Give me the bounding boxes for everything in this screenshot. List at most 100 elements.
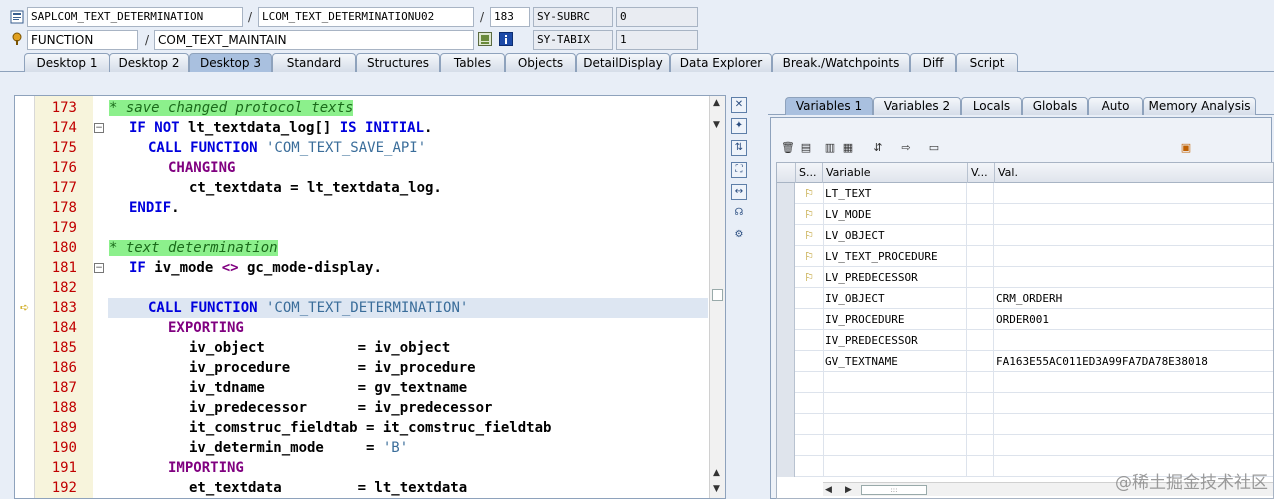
collapse-icon[interactable]: − [94,123,104,133]
scroll-up-icon[interactable]: ▲ [713,468,720,478]
tab-desktop-1[interactable]: Desktop 1 [24,53,110,72]
row-selector[interactable] [777,225,795,246]
code-line[interactable]: 178 ENDIF. [15,198,711,218]
tab-script[interactable]: Script [956,53,1018,72]
table-row[interactable]: ⚐ LV_TEXT_PROCEDURE [777,246,1273,267]
code-line[interactable]: 176 CHANGING [15,158,711,178]
row-selector[interactable] [777,435,795,456]
event-name-field[interactable]: COM_TEXT_MAINTAIN [154,30,474,50]
row-selector[interactable] [777,288,795,309]
variable-cell[interactable]: LT_TEXT [823,183,967,204]
source-editor[interactable]: 173 * save changed protocol texts 174 − … [14,95,726,499]
value-cell[interactable]: CRM_ORDERH [995,288,1273,309]
header-value[interactable]: Val. [995,163,1273,183]
code-line[interactable]: 189 it_comstruc_fieldtab = it_comstruc_f… [15,418,711,438]
maximize-icon[interactable]: ⛶ [731,162,747,178]
variable-cell[interactable] [823,456,967,477]
row-selector[interactable] [777,330,795,351]
row-selector[interactable] [777,246,795,267]
code-line[interactable]: 184 EXPORTING [15,318,711,338]
code-line[interactable]: 173 * save changed protocol texts [15,98,711,118]
settings-icon[interactable]: ⚙ [731,228,747,244]
program-field[interactable]: SAPLCOM_TEXT_DETERMINATION [27,7,243,27]
new-tool-icon[interactable]: ✦ [731,118,747,134]
code-line[interactable]: 186 iv_procedure = iv_procedure [15,358,711,378]
row-selector[interactable] [777,456,795,477]
value-cell[interactable] [995,246,1273,267]
scroll-down-icon[interactable]: ▼ [713,484,720,494]
variable-cell[interactable] [823,414,967,435]
value-cell[interactable] [995,435,1273,456]
copy-icon[interactable]: ▥ [822,140,838,156]
tab-break-watchpoints[interactable]: Break./Watchpoints [772,53,910,72]
value-cell[interactable] [995,372,1273,393]
value-cell[interactable]: ORDER001 [995,309,1273,330]
table-row[interactable] [777,372,1273,393]
code-line[interactable]: 185 iv_object = iv_object [15,338,711,358]
header-status[interactable]: S... [796,163,823,183]
variable-cell[interactable]: LV_PREDECESSOR [823,267,967,288]
scroll-up-icon[interactable]: ▲ [713,98,720,108]
table-row[interactable] [777,435,1273,456]
row-selector[interactable] [777,267,795,288]
tab-tables[interactable]: Tables [440,53,505,72]
line-field[interactable]: 183 [490,7,530,27]
table-row[interactable]: ⚐ LV_PREDECESSOR [777,267,1273,288]
table-row[interactable]: ⚐ LV_OBJECT [777,225,1273,246]
tab-diff[interactable]: Diff [910,53,956,72]
table-row[interactable]: ⚐ LV_MODE [777,204,1273,225]
tab-desktop-2[interactable]: Desktop 2 [109,53,189,72]
row-selector[interactable] [777,393,795,414]
scroll-left-icon[interactable]: ◀ [825,483,832,497]
variable-cell[interactable]: GV_TEXTNAME [823,351,967,372]
variable-cell[interactable]: IV_PROCEDURE [823,309,967,330]
detail-icon[interactable]: ▤ [798,140,814,156]
code-line[interactable]: 179 [15,218,711,238]
scroll-down-icon[interactable]: ▼ [713,120,720,130]
code-line-current[interactable]: ➪ 183 CALL FUNCTION 'COM_TEXT_DETERMINAT… [15,298,711,318]
code-line[interactable]: 181 − IF iv_mode <> gc_mode-display. [15,258,711,278]
variable-cell[interactable]: LV_MODE [823,204,967,225]
variable-cell[interactable]: LV_TEXT_PROCEDURE [823,246,967,267]
tab-detail-display[interactable]: DetailDisplay [576,53,670,72]
code-line[interactable]: 190 iv_determin_mode = 'B' [15,438,711,458]
table-row[interactable]: IV_PREDECESSOR [777,330,1273,351]
swap-tools-icon[interactable]: ⇅ [731,140,747,156]
table-row[interactable]: ⚐ LT_TEXT [777,183,1273,204]
sysfield2-value[interactable]: 1 [616,30,698,50]
sort-icon[interactable]: ⇵ [870,140,886,156]
tab-standard[interactable]: Standard [272,53,356,72]
table-row[interactable] [777,393,1273,414]
clear-icon[interactable]: ▦ [840,140,856,156]
display-object-icon[interactable] [478,32,492,46]
row-selector[interactable] [777,309,795,330]
code-line[interactable]: 175 CALL FUNCTION 'COM_TEXT_SAVE_API' [15,138,711,158]
code-line[interactable]: 174 − IF NOT lt_textdata_log[] IS INITIA… [15,118,711,138]
tab-data-explorer[interactable]: Data Explorer [670,53,772,72]
tab-globals[interactable]: Globals [1022,97,1088,115]
table-row[interactable] [777,414,1273,435]
editor-vertical-scrollbar[interactable]: ▲ ▼ ▲ ▼ [709,96,725,498]
variable-cell[interactable] [823,372,967,393]
row-selector[interactable] [777,414,795,435]
variable-cell[interactable] [823,435,967,456]
tab-structures[interactable]: Structures [356,53,440,72]
save-icon[interactable]: ▣ [1178,140,1194,156]
value-cell[interactable] [995,183,1273,204]
tab-memory-analysis[interactable]: Memory Analysis [1143,97,1256,115]
sysfield2-name[interactable]: SY-TABIX [533,30,613,50]
event-type-field[interactable]: FUNCTION [27,30,138,50]
variable-cell[interactable] [823,393,967,414]
code-line[interactable]: 182 [15,278,711,298]
row-selector[interactable] [777,183,795,204]
info-icon[interactable] [499,32,513,46]
value-cell[interactable]: FA163E55AC011ED3A99FA7DA78E38018 [995,351,1273,372]
collapse-icon[interactable]: − [94,263,104,273]
code-line[interactable]: 192 et_textdata = lt_textdata [15,478,711,498]
tab-locals[interactable]: Locals [961,97,1022,115]
header-v[interactable]: V... [968,163,995,183]
value-cell[interactable] [995,267,1273,288]
table-row[interactable]: IV_OBJECT CRM_ORDERH [777,288,1273,309]
headphones-icon[interactable]: ☊ [731,206,747,222]
table-row[interactable]: GV_TEXTNAME FA163E55AC011ED3A99FA7DA78E38… [777,351,1273,372]
